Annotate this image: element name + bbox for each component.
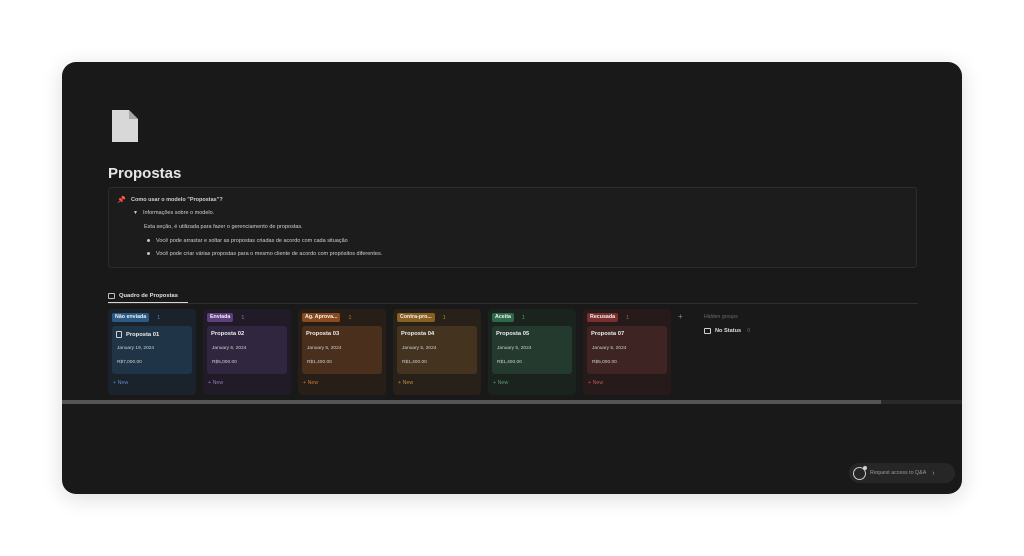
card-value: R$5,000.00 (212, 360, 237, 365)
status-badge: Contra-pro... (397, 313, 435, 322)
new-card-button[interactable]: + New (588, 380, 603, 386)
column-header[interactable]: Aceita 1 (492, 313, 525, 322)
add-group-button[interactable]: + (678, 313, 683, 321)
page-icon (116, 331, 122, 338)
card-date: January 5, 2024 (307, 346, 342, 351)
column-header[interactable]: Enviada 1 (207, 313, 244, 322)
proposal-card[interactable]: Proposta 01 January 19, 2024 R$7,000.00 (112, 326, 192, 374)
new-card-button[interactable]: + New (208, 380, 223, 386)
status-badge: Enviada (207, 313, 234, 322)
status-badge: Recusada (587, 313, 619, 322)
card-value: R$1,400.00 (307, 360, 332, 365)
card-title: Proposta 07 (591, 331, 624, 337)
card-title-text: Proposta 04 (401, 331, 435, 337)
scrollbar-thumb[interactable] (62, 400, 881, 404)
card-date: January 5, 2024 (402, 346, 437, 351)
card-title-text: Proposta 01 (126, 331, 160, 338)
callout-block: 📌 Como usar o modelo "Propostas"? ▼ Infor… (108, 187, 917, 268)
bullet-icon (147, 252, 150, 256)
status-badge: Não enviada (112, 313, 150, 322)
column-header[interactable]: Não enviada 1 (112, 313, 160, 322)
column-count: 1 (241, 314, 245, 321)
column-count: 1 (348, 314, 352, 321)
qa-icon (853, 465, 867, 480)
triangle-down-icon[interactable]: ▼ (133, 210, 138, 216)
column-header[interactable]: Ag. Aprova... 1 (302, 313, 351, 322)
status-badge: Ag. Aprova... (302, 313, 341, 322)
card-title-text: Proposta 03 (306, 331, 340, 337)
card-title-text: Proposta 05 (496, 331, 530, 337)
request-access-button[interactable]: Request access to Q&A › (849, 463, 955, 483)
column-count: 1 (626, 314, 629, 321)
card-value: R$1,400.00 (402, 360, 427, 365)
card-date: January 5, 2024 (212, 346, 247, 351)
board-column: Contra-pro... 1 Proposta 04 January 5, 2024… (393, 309, 481, 395)
card-title-text: Proposta 07 (591, 331, 625, 337)
no-status-label: No Status (715, 328, 742, 334)
new-card-button[interactable]: + New (303, 380, 318, 386)
column-header[interactable]: Recusada 1 (587, 313, 629, 322)
proposal-card[interactable]: Proposta 03 January 5, 2024 R$1,400.00 (302, 326, 382, 374)
callout-heading: Como usar o modelo "Propostas"? (131, 197, 223, 203)
column-count: 1 (157, 314, 161, 321)
toggle-label: Informações sobre o modelo. (142, 210, 215, 216)
card-date: January 5, 2024 (592, 346, 627, 351)
proposal-card[interactable]: Proposta 07 January 5, 2024 R$5,000.00 (587, 326, 667, 374)
bullet-text: Você pode criar várias propostas para o … (156, 251, 383, 257)
card-title: Proposta 01 (116, 331, 159, 338)
status-badge: Aceita (492, 313, 514, 322)
proposal-card[interactable]: Proposta 02 January 5, 2024 R$5,000.00 (207, 326, 287, 374)
new-card-button[interactable]: + New (493, 380, 508, 386)
bullet-icon (147, 239, 150, 243)
notion-page-window: Propostas 📌 Como usar o modelo "Proposta… (62, 62, 962, 494)
hidden-groups-label: Hidden groups (704, 314, 738, 320)
proposal-card[interactable]: Proposta 04 January 5, 2024 R$1,400.00 (397, 326, 477, 374)
chevron-right-icon: › (932, 469, 935, 477)
card-value: R$7,000.00 (117, 360, 142, 365)
pushpin-icon: 📌 (117, 197, 126, 204)
page-title: Propostas (108, 165, 182, 182)
board-column: Ag. Aprova... 1 Proposta 03 January 5, 2024… (298, 309, 386, 395)
callout-description: Esta seção, é utilizada para fazer o ger… (144, 224, 303, 230)
card-title: Proposta 02 (211, 331, 244, 337)
card-title: Proposta 05 (496, 331, 529, 337)
document-icon (112, 110, 138, 142)
request-access-label: Request access to Q&A (870, 470, 927, 476)
inbox-icon (704, 328, 711, 334)
board-column: Enviada 1 Proposta 02 January 5, 2024 R$5,00… (203, 309, 291, 395)
bullet-text: Você pode arrastar e soltar as propostas… (156, 238, 348, 244)
info-toggle[interactable]: ▼ Informações sobre o modelo. (133, 210, 214, 216)
tab-label: Quadro de Propostas (119, 293, 178, 299)
no-status-group[interactable]: No Status 0 (704, 328, 750, 334)
board-icon (108, 293, 115, 299)
card-date: January 5, 2024 (497, 346, 532, 351)
board-column: Aceita 1 Proposta 05 January 5, 2024 R$1,400… (488, 309, 576, 395)
list-item: Você pode criar várias propostas para o … (147, 251, 382, 257)
column-header[interactable]: Contra-pro... 1 (397, 313, 446, 322)
no-status-count: 0 (747, 328, 751, 334)
new-card-button[interactable]: + New (398, 380, 413, 386)
new-card-button[interactable]: + New (113, 380, 128, 386)
card-value: R$1,400.00 (497, 360, 522, 365)
card-date: January 19, 2024 (117, 346, 155, 351)
card-title-text: Proposta 02 (211, 331, 245, 337)
proposal-card[interactable]: Proposta 05 January 5, 2024 R$1,400.00 (492, 326, 572, 374)
board-column: Recusada 1 Proposta 07 January 5, 2024 R$5,0… (583, 309, 671, 395)
column-count: 1 (521, 314, 525, 321)
divider (108, 303, 918, 304)
board-column: Não enviada 1 Proposta 01 January 19, 2024 R… (108, 309, 196, 395)
tab-quadro-de-propostas[interactable]: Quadro de Propostas (108, 289, 178, 303)
card-title: Proposta 03 (306, 331, 339, 337)
card-title: Proposta 04 (401, 331, 434, 337)
column-count: 1 (442, 314, 446, 321)
list-item: Você pode arrastar e soltar as propostas… (147, 238, 348, 244)
card-value: R$5,000.00 (592, 360, 617, 365)
